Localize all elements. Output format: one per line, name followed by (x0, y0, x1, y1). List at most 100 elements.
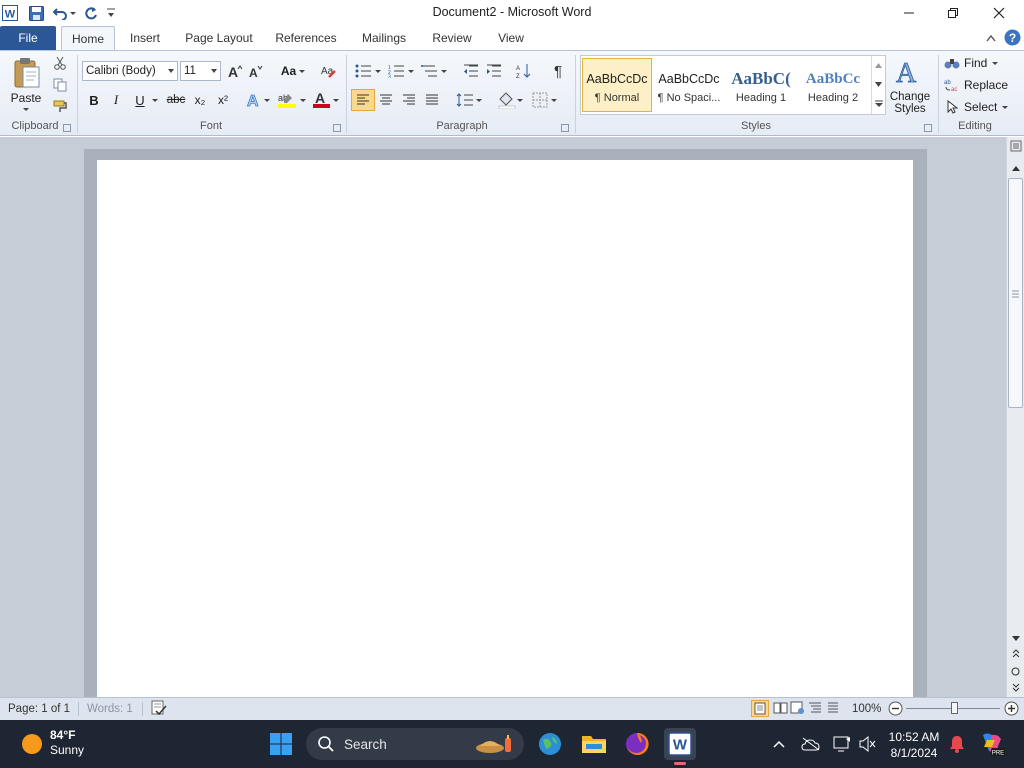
shrink-font-icon[interactable]: A (247, 62, 265, 80)
style-heading-1[interactable]: AaBbC( Heading 1 (726, 58, 796, 112)
tab-file[interactable]: File (0, 26, 56, 50)
page-count[interactable]: Page: 1 of 1 (8, 703, 70, 715)
find-button[interactable]: Find (944, 53, 1016, 73)
sort-icon[interactable]: AZ (514, 62, 534, 80)
text-effects-icon[interactable]: A (245, 90, 273, 110)
bullets-icon[interactable] (354, 62, 384, 80)
justify-button[interactable] (422, 90, 442, 110)
file-explorer-icon[interactable] (578, 728, 610, 760)
highlight-color-icon[interactable]: ab (275, 90, 309, 110)
change-case-button[interactable]: Aa (278, 62, 308, 80)
restore-button[interactable] (930, 0, 976, 26)
next-page-icon[interactable] (1007, 680, 1024, 694)
tab-page-layout[interactable]: Page Layout (178, 26, 260, 50)
tab-insert[interactable]: Insert (122, 26, 168, 50)
minimize-button[interactable] (886, 0, 932, 26)
full-screen-reading-view-icon[interactable] (773, 701, 788, 718)
show-hidden-icons-icon[interactable] (763, 728, 795, 760)
borders-icon[interactable] (531, 89, 561, 111)
paste-dropdown-icon[interactable] (22, 106, 30, 112)
style-heading-2[interactable]: AaBbCc Heading 2 (798, 58, 868, 112)
select-button[interactable]: Select (944, 97, 1020, 117)
notification-bell-icon[interactable] (941, 728, 973, 760)
weather-widget[interactable]: 84°F Sunny (50, 728, 84, 758)
font-launcher-icon[interactable] (333, 124, 341, 132)
tab-mailings[interactable]: Mailings (352, 26, 416, 50)
subscript-button[interactable]: x₂ (190, 91, 210, 109)
tab-references[interactable]: References (269, 26, 343, 50)
web-layout-view-icon[interactable] (790, 701, 805, 718)
italic-button[interactable]: I (107, 91, 125, 109)
taskbar-word-icon[interactable]: W (664, 728, 696, 765)
zoom-level[interactable]: 100% (852, 703, 881, 715)
zoom-slider-thumb[interactable] (951, 702, 958, 714)
paste-icon[interactable] (8, 55, 46, 91)
change-styles-button[interactable]: Change Styles (886, 89, 934, 117)
replace-button[interactable]: ab ac Replace (944, 75, 1020, 95)
close-button[interactable] (976, 0, 1022, 26)
volume-muted-icon[interactable] (852, 728, 884, 760)
start-button[interactable] (265, 728, 297, 760)
onedrive-offline-icon[interactable] (795, 728, 827, 760)
numbering-icon[interactable]: 123 (387, 62, 417, 80)
system-clock[interactable]: 10:52 AM 8/1/2024 (884, 729, 944, 761)
multilevel-list-icon[interactable] (420, 62, 450, 80)
select-browse-object-icon[interactable] (1007, 664, 1024, 678)
align-right-button[interactable] (399, 90, 419, 110)
show-formatting-marks-button[interactable]: ¶ (548, 62, 568, 80)
change-styles-icon[interactable]: A (890, 55, 930, 87)
taskbar-search-box[interactable]: Search (306, 728, 524, 760)
document-page[interactable] (97, 160, 913, 697)
paste-button[interactable]: Paste (4, 91, 48, 105)
ruler-toggle-icon[interactable] (1007, 139, 1024, 153)
clear-formatting-icon[interactable]: Aa (318, 62, 340, 80)
gallery-scroll-down-icon[interactable] (871, 75, 885, 94)
align-center-button[interactable] (376, 90, 396, 110)
weather-sun-icon[interactable] (16, 728, 48, 760)
copilot-icon[interactable]: PRE (976, 728, 1008, 760)
format-painter-icon[interactable] (51, 98, 69, 114)
scroll-up-icon[interactable] (1007, 161, 1024, 175)
word-count[interactable]: Words: 1 (87, 703, 133, 715)
cut-icon[interactable] (51, 55, 69, 71)
bold-button[interactable]: B (85, 91, 103, 109)
scroll-thumb[interactable] (1008, 178, 1023, 408)
underline-dropdown-icon[interactable] (151, 95, 159, 105)
proofing-icon[interactable] (150, 700, 168, 719)
font-color-button[interactable]: A (310, 90, 342, 110)
underline-button[interactable]: U (131, 91, 149, 109)
firefox-icon[interactable] (621, 728, 653, 760)
browser-globe-icon[interactable] (534, 728, 566, 760)
gallery-scroll-up-icon[interactable] (871, 56, 885, 75)
zoom-in-icon[interactable] (1004, 701, 1019, 719)
style-normal[interactable]: AaBbCcDc ¶ Normal (582, 58, 652, 112)
help-icon[interactable]: ? (1003, 28, 1021, 46)
increase-indent-icon[interactable] (484, 62, 504, 80)
minimize-ribbon-icon[interactable] (983, 30, 999, 46)
styles-launcher-icon[interactable] (924, 124, 932, 132)
grow-font-icon[interactable]: A (226, 62, 244, 80)
paragraph-launcher-icon[interactable] (561, 124, 569, 132)
gallery-more-icon[interactable] (871, 94, 885, 114)
scroll-down-icon[interactable] (1007, 631, 1024, 645)
print-layout-view-icon[interactable] (751, 700, 769, 717)
previous-page-icon[interactable] (1007, 647, 1024, 661)
tab-home[interactable]: Home (61, 26, 115, 51)
copy-icon[interactable] (51, 77, 69, 93)
clipboard-launcher-icon[interactable] (63, 124, 71, 132)
vertical-scrollbar[interactable] (1006, 137, 1024, 697)
outline-view-icon[interactable] (808, 701, 822, 718)
draft-view-icon[interactable] (826, 701, 840, 718)
font-name-combo[interactable]: Calibri (Body) (82, 61, 178, 81)
align-left-button[interactable] (351, 89, 375, 111)
font-size-combo[interactable]: 11 (180, 61, 221, 81)
style-no-spacing[interactable]: AaBbCcDc ¶ No Spaci... (654, 58, 724, 112)
zoom-out-icon[interactable] (888, 701, 903, 719)
superscript-button[interactable]: x² (213, 91, 233, 109)
strikethrough-button[interactable]: abc (164, 91, 188, 109)
tab-review[interactable]: Review (425, 26, 479, 50)
line-spacing-icon[interactable] (455, 90, 485, 110)
decrease-indent-icon[interactable] (461, 62, 481, 80)
shading-icon[interactable] (496, 89, 526, 111)
tab-view[interactable]: View (490, 26, 532, 50)
